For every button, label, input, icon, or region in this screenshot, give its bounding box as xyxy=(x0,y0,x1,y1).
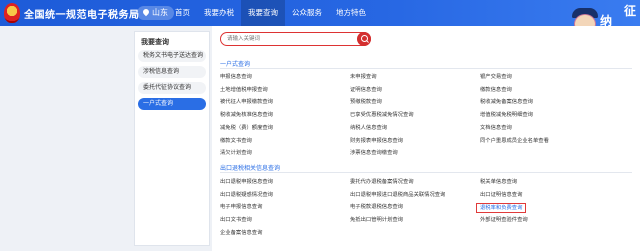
query-link[interactable]: 税收减免备案信息查询 xyxy=(480,98,533,106)
query-link[interactable]: 预缴税款查询 xyxy=(350,98,382,106)
main-nav: 首页 我要办税 我要查询 公众服务 地方特色 xyxy=(168,0,373,26)
sidebar-item-agent-agreement[interactable]: 委托代征协议查询 xyxy=(138,82,206,94)
query-link[interactable]: 未申报查询 xyxy=(350,73,377,81)
nav-query[interactable]: 我要查询 xyxy=(241,0,285,26)
query-link[interactable]: 增值税减免税明细查询 xyxy=(480,111,533,119)
query-link[interactable]: 土地增值税申报查询 xyxy=(220,86,268,94)
tax-emblem-icon xyxy=(4,3,20,23)
query-link[interactable]: 税收减免核准信息查询 xyxy=(220,111,273,119)
query-link[interactable]: 出口退税申报进口退税商品关联情况查询 xyxy=(350,191,445,199)
nav-local-feature[interactable]: 地方特色 xyxy=(329,0,373,26)
query-link[interactable]: 委托代办退税备案情况查询 xyxy=(350,178,414,186)
query-link[interactable]: 免抵出口管明计划查询 xyxy=(350,216,403,224)
search-input[interactable] xyxy=(227,33,357,45)
search-box xyxy=(220,32,371,46)
query-link[interactable]: 减免税（费）额度查询 xyxy=(220,124,273,132)
query-link[interactable]: 涉票信息查询缴查询 xyxy=(350,149,398,157)
query-link[interactable]: 退税率和负费查询 xyxy=(476,203,527,214)
query-link[interactable]: 同个户重恩成员企业名单查看 xyxy=(480,137,549,145)
query-link[interactable]: 电子税款退税信息查询 xyxy=(350,203,403,211)
section-divider xyxy=(220,172,632,173)
query-link[interactable]: 纳税人信息查询 xyxy=(350,124,387,132)
nav-home[interactable]: 首页 xyxy=(168,0,197,26)
query-link[interactable]: 出口证明信息查询 xyxy=(480,191,522,199)
slogan-char: 征 xyxy=(624,4,637,18)
sidebar-item-tax-info[interactable]: 涉税信息查询 xyxy=(138,66,206,78)
sidebar-item-document-delivery[interactable]: 税务文书电子送达查询 xyxy=(138,50,206,62)
query-link[interactable]: 电子申报信息查询 xyxy=(220,203,262,211)
query-link[interactable]: 被代征人申报缴款查询 xyxy=(220,98,273,106)
main-panel: 一户式查询 申报信息查询未申报查询银产交易查询土地增值税申报查询证明信息查询缴款… xyxy=(212,26,640,251)
query-link[interactable]: 出口退税申报信息查询 xyxy=(220,178,273,186)
section-divider xyxy=(220,68,632,69)
query-link[interactable]: 申报信息查询 xyxy=(220,73,252,81)
query-link[interactable]: 银产交易查询 xyxy=(480,73,512,81)
search-icon[interactable] xyxy=(357,32,371,46)
section-title-one-household: 一户式查询 xyxy=(220,61,251,68)
nav-do-tax[interactable]: 我要办税 xyxy=(197,0,241,26)
query-link[interactable]: 外部证明查验件查询 xyxy=(480,216,528,224)
top-header: 全国统一规范电子税务局 山东 首页 我要办税 我要查询 公众服务 地方特色 征 … xyxy=(0,0,640,28)
nav-public-service[interactable]: 公众服务 xyxy=(285,0,329,26)
query-link[interactable]: 证明信息查询 xyxy=(350,86,382,94)
query-link[interactable]: 出口退税疑惑情况查询 xyxy=(220,191,273,199)
site-title[interactable]: 全国统一规范电子税务局 xyxy=(24,6,140,21)
sidebar-item-one-household[interactable]: 一户式查询 xyxy=(138,98,206,110)
query-link[interactable]: 财务报表申报信息查询 xyxy=(350,137,403,145)
sidebar-title: 我要查询 xyxy=(141,38,169,46)
query-link[interactable]: 已享受优惠税减免情况查询 xyxy=(350,111,414,119)
query-link[interactable]: 缴款文书查询 xyxy=(220,137,252,145)
query-link[interactable]: 文档信息查询 xyxy=(480,124,512,132)
province-label: 山东 xyxy=(152,8,168,17)
location-pin-icon xyxy=(141,7,151,17)
query-link[interactable]: 企业备案信息查询 xyxy=(220,229,262,237)
query-link[interactable]: 税关单信息查询 xyxy=(480,178,517,186)
sidebar: 我要查询 税务文书电子送达查询 涉税信息查询 委托代征协议查询 一户式查询 xyxy=(134,31,210,246)
query-link[interactable]: 出口文书查询 xyxy=(220,216,252,224)
query-link[interactable]: 清欠计划查询 xyxy=(220,149,252,157)
section-title-export-refund: 出口退税相关信息查询 xyxy=(220,165,281,172)
query-link[interactable]: 缴款信息查询 xyxy=(480,86,512,94)
